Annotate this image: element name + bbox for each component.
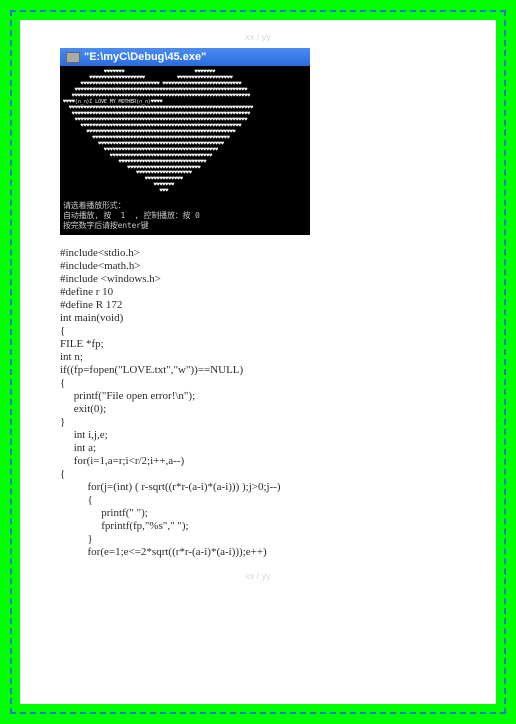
heart-line: ♥♥♥ — [63, 189, 307, 195]
dashed-border-frame: xx / yy "E:\myC\Debug\45.exe" ♥♥♥♥♥♥♥ ♥♥… — [10, 10, 506, 714]
heart-ascii-art: ♥♥♥♥♥♥♥ ♥♥♥♥♥♥♥ ♥♥♥♥♥♥♥♥♥♥♥♥♥♥♥♥♥♥♥ ♥♥♥♥… — [63, 70, 307, 195]
console-prompt-text: 请选着播放形式： 自动播放, 按 1 , 控制播放：按 0 按完数字后请按ent… — [63, 201, 307, 231]
source-code-block: #include<stdio.h> #include<math.h> #incl… — [60, 247, 456, 558]
document-page: xx / yy "E:\myC\Debug\45.exe" ♥♥♥♥♥♥♥ ♥♥… — [20, 20, 496, 704]
console-titlebar: "E:\myC\Debug\45.exe" — [60, 48, 310, 66]
page-number-top: xx / yy — [60, 32, 456, 42]
console-title: "E:\myC\Debug\45.exe" — [84, 51, 206, 63]
page-number-bottom: xx / yy — [60, 571, 456, 581]
console-icon — [66, 52, 80, 63]
console-body: ♥♥♥♥♥♥♥ ♥♥♥♥♥♥♥ ♥♥♥♥♥♥♥♥♥♥♥♥♥♥♥♥♥♥♥ ♥♥♥♥… — [60, 66, 310, 235]
console-window: "E:\myC\Debug\45.exe" ♥♥♥♥♥♥♥ ♥♥♥♥♥♥♥ ♥♥… — [60, 48, 310, 235]
